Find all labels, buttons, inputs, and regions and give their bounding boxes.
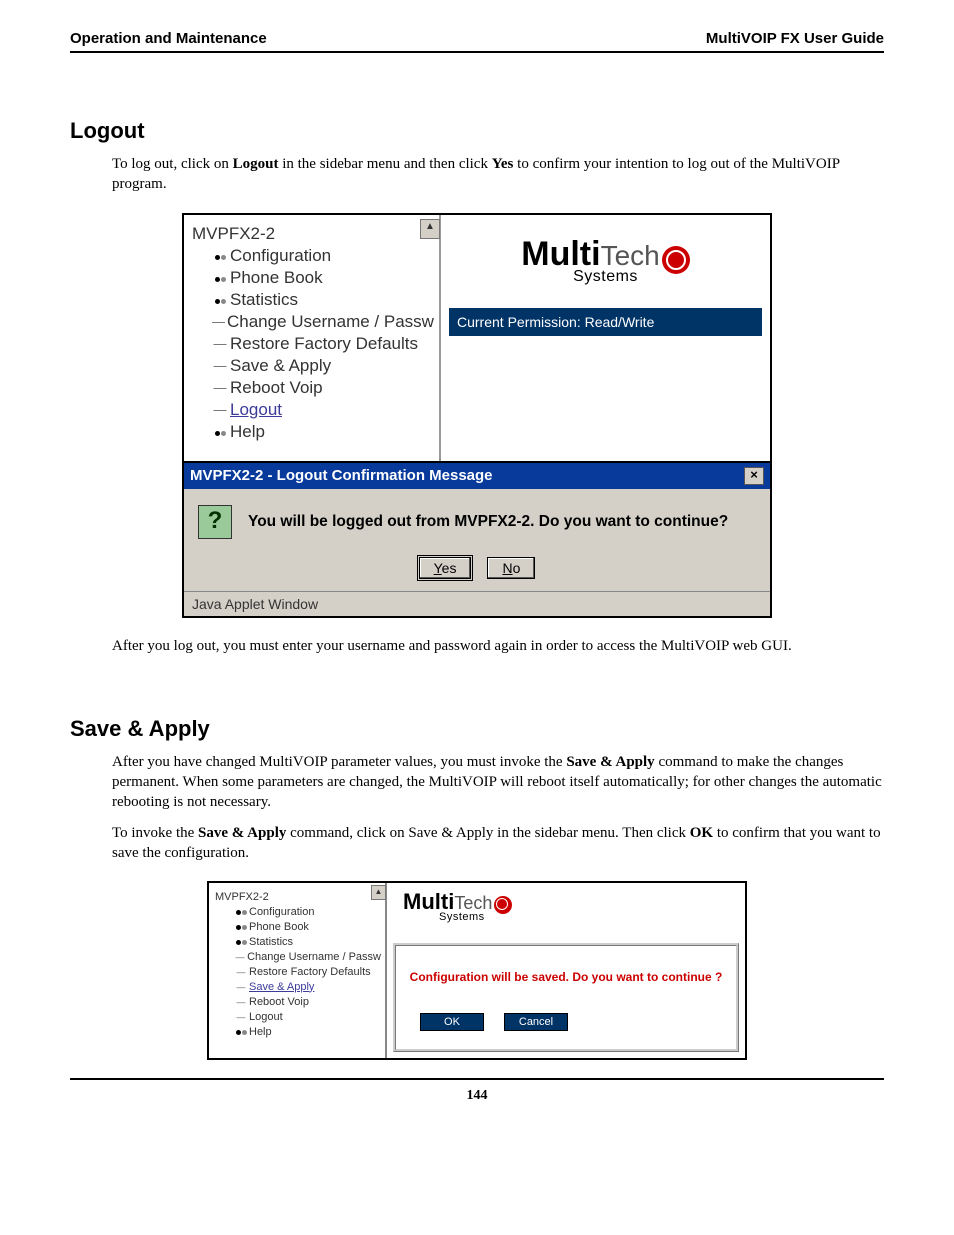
save-confirm-panel: Configuration will be saved. Do you want… [393, 943, 739, 1052]
tree-root[interactable]: MVPFX2-2 [192, 223, 431, 245]
scroll-up-icon[interactable]: ▲ [420, 219, 440, 239]
logo-panel: MultiTech Systems Current Permission: Re… [439, 215, 770, 461]
tree-item-restore-defaults[interactable]: —Restore Factory Defaults [192, 333, 431, 355]
tree-item-reboot[interactable]: —Reboot Voip [215, 994, 381, 1009]
dialog-titlebar: MVPFX2-2 - Logout Confirmation Message × [184, 463, 770, 489]
question-icon: ? [198, 505, 232, 539]
cancel-button[interactable]: Cancel [504, 1013, 568, 1031]
tree-item-logout[interactable]: —Logout [192, 399, 431, 421]
logout-paragraph-2: After you log out, you must enter your u… [112, 636, 884, 656]
permission-bar: Current Permission: Read/Write [449, 308, 762, 336]
yes-button[interactable]: Yes [419, 557, 472, 579]
sidebar-tree-small: ▲ MVPFX2-2 Configuration Phone Book Stat… [209, 883, 387, 1058]
tree-root[interactable]: MVPFX2-2 [215, 889, 381, 904]
tree-item-phonebook[interactable]: Phone Book [215, 919, 381, 934]
section-save-apply-heading: Save & Apply [70, 716, 884, 742]
multitech-logo: MultiTech Systems [393, 889, 739, 923]
tree-item-logout[interactable]: —Logout [215, 1009, 381, 1024]
logout-paragraph-1: To log out, click on Logout in the sideb… [112, 154, 884, 195]
header-right: MultiVOIP FX User Guide [706, 30, 884, 47]
tree-item-statistics[interactable]: Statistics [192, 289, 431, 311]
tree-item-phonebook[interactable]: Phone Book [192, 267, 431, 289]
save-apply-paragraph-1: After you have changed MultiVOIP paramet… [112, 752, 884, 813]
dialog-title: MVPFX2-2 - Logout Confirmation Message [190, 467, 493, 484]
section-logout-heading: Logout [70, 118, 884, 144]
status-bar: Java Applet Window [184, 591, 770, 616]
logo-circle-icon [662, 246, 690, 274]
tree-item-statistics[interactable]: Statistics [215, 934, 381, 949]
tree-item-help[interactable]: Help [192, 421, 431, 443]
tree-item-change-password[interactable]: —Change Username / Passw [192, 311, 431, 333]
dialog-message: You will be logged out from MVPFX2-2. Do… [248, 513, 728, 531]
sidebar-tree: ▲ MVPFX2-2 Configuration Phone Book Stat… [184, 215, 439, 461]
multitech-logo: MultiTech Systems [449, 235, 762, 287]
save-apply-screenshot: ▲ MVPFX2-2 Configuration Phone Book Stat… [207, 881, 747, 1060]
tree-item-save-apply[interactable]: —Save & Apply [192, 355, 431, 377]
tree-item-help[interactable]: Help [215, 1024, 381, 1039]
scroll-up-icon[interactable]: ▲ [371, 885, 386, 900]
ok-button[interactable]: OK [420, 1013, 484, 1031]
tree-item-reboot[interactable]: —Reboot Voip [192, 377, 431, 399]
tree-item-configuration[interactable]: Configuration [192, 245, 431, 267]
save-apply-paragraph-2: To invoke the Save & Apply command, clic… [112, 823, 884, 864]
tree-item-change-password[interactable]: —Change Username / Passw [215, 949, 381, 964]
tree-item-restore-defaults[interactable]: —Restore Factory Defaults [215, 964, 381, 979]
save-confirm-message: Configuration will be saved. Do you want… [406, 970, 726, 984]
logo-circle-icon [494, 896, 512, 914]
header-left: Operation and Maintenance [70, 30, 267, 47]
no-button[interactable]: No [487, 557, 535, 579]
tree-item-configuration[interactable]: Configuration [215, 904, 381, 919]
logout-screenshot: ▲ MVPFX2-2 Configuration Phone Book Stat… [182, 213, 772, 618]
tree-item-save-apply[interactable]: —Save & Apply [215, 979, 381, 994]
close-icon[interactable]: × [744, 467, 764, 485]
page-number: 144 [70, 1078, 884, 1104]
